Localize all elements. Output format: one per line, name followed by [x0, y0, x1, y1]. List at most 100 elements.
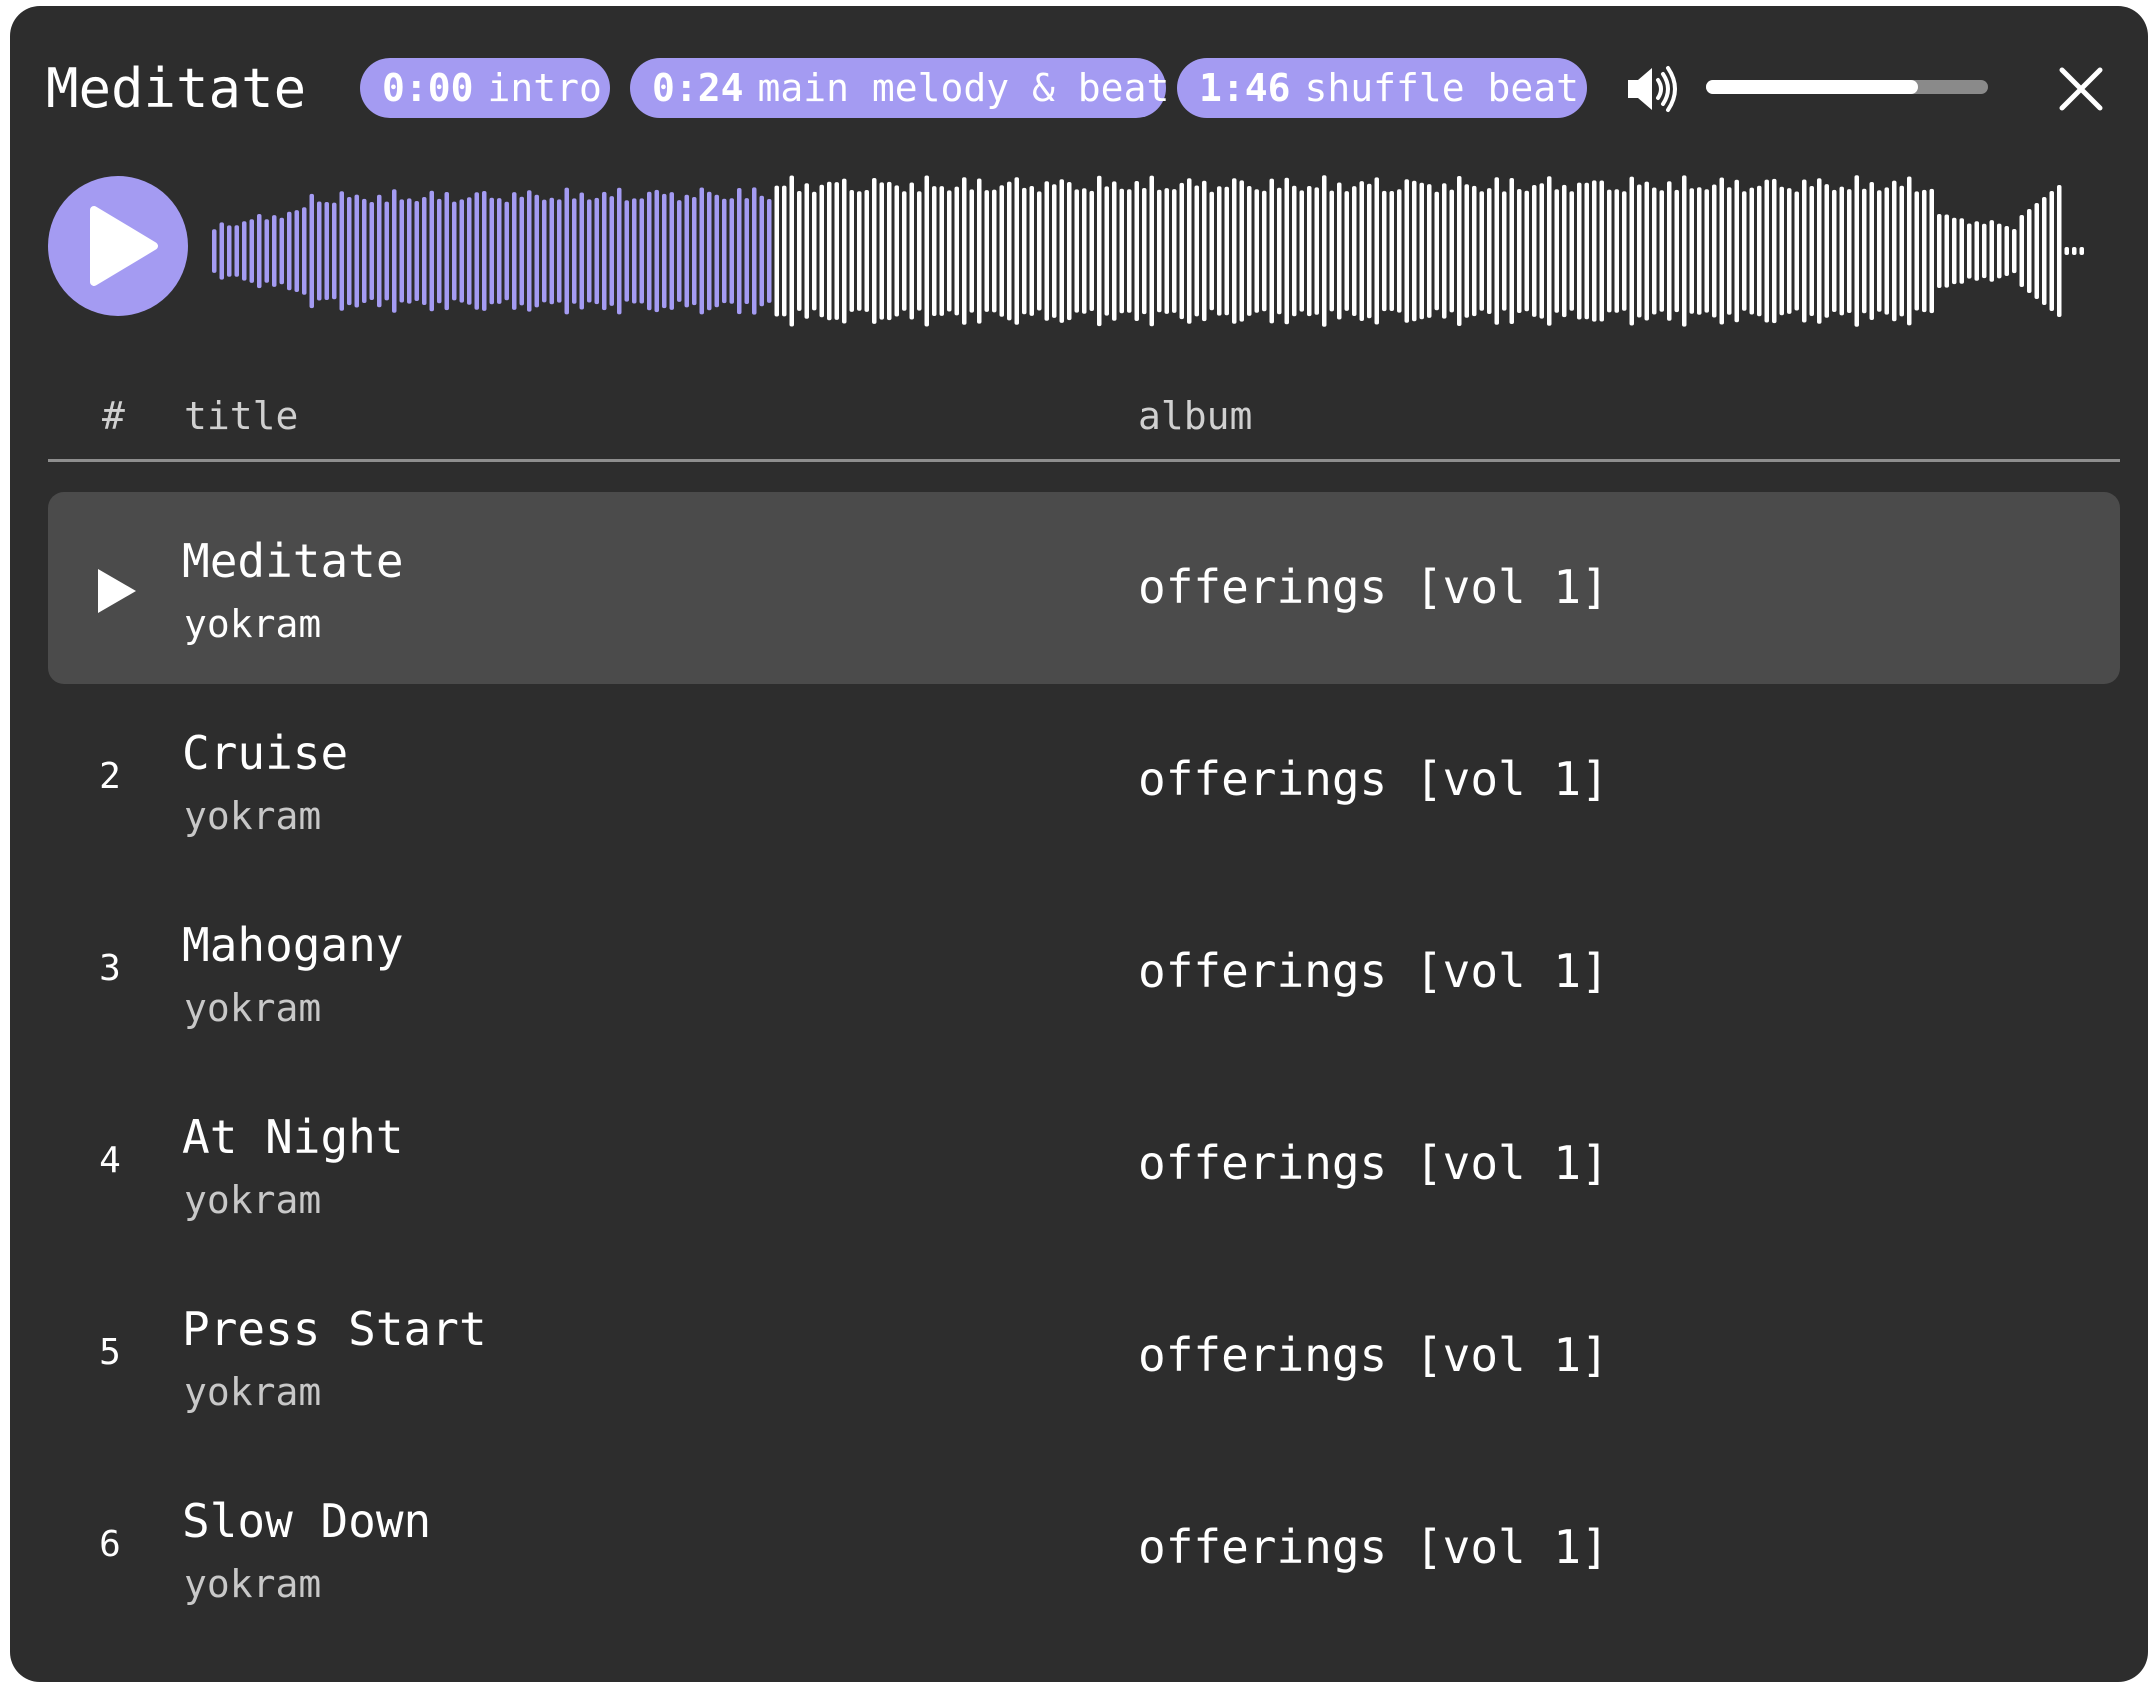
waveform-bar [887, 181, 892, 321]
waveform-bar [219, 222, 224, 280]
track-row[interactable]: 6 Slow Down yokram offerings [vol 1] [48, 1452, 2120, 1644]
waveform-bar [227, 225, 232, 277]
waveform-bar [969, 189, 974, 313]
play-icon [90, 206, 158, 286]
waveform-bar [399, 199, 404, 303]
waveform-bar [1074, 189, 1079, 313]
waveform-bar [857, 191, 862, 311]
waveform-bar [1389, 191, 1394, 311]
waveform-bar [1029, 186, 1034, 316]
waveform-bar [2042, 197, 2047, 305]
waveform-bar [1277, 187, 1282, 315]
track-title: Meditate [46, 57, 307, 120]
waveform-bar [1802, 179, 1807, 323]
waveform-bar [737, 188, 742, 315]
play-button[interactable] [48, 176, 188, 316]
waveform-bar [992, 189, 997, 313]
waveform-bar [1607, 189, 1612, 313]
waveform-bar [1254, 189, 1259, 313]
chapter-label: shuffle beat [1304, 66, 1580, 110]
waveform-seekbar[interactable] [212, 161, 2118, 341]
track-row[interactable]: 3 Mahogany yokram offerings [vol 1] [48, 876, 2120, 1068]
play-icon [98, 569, 136, 613]
chapter-label: intro [487, 66, 602, 110]
waveform-bar [212, 229, 217, 273]
waveform-bar [1922, 189, 1927, 313]
waveform-bar [1569, 191, 1574, 311]
volume-icon[interactable] [1622, 58, 1684, 120]
waveform-bar [377, 194, 382, 308]
waveform-bar [1232, 178, 1237, 324]
waveform-bar [1869, 182, 1874, 320]
waveform-bar [782, 185, 787, 317]
track-row-album: offerings [vol 1] [1138, 560, 1609, 614]
waveform-bar [1119, 188, 1124, 314]
waveform-bar [309, 193, 314, 309]
waveform-bar [917, 191, 922, 311]
waveform-bar [1577, 182, 1582, 320]
waveform-bar [954, 186, 959, 316]
track-row-artist: yokram [184, 602, 322, 646]
track-row-number: 3 [99, 948, 121, 989]
waveform-bar [1007, 181, 1012, 321]
waveform-bar [594, 197, 599, 305]
waveform-bar [1434, 191, 1439, 311]
track-row-title: Mahogany [182, 918, 404, 972]
waveform-bar [1547, 176, 1552, 326]
waveform-bar [1892, 180, 1897, 322]
waveform-bar [429, 190, 434, 312]
waveform-bar [1187, 178, 1192, 324]
waveform-bar [1704, 189, 1709, 313]
volume-slider[interactable] [1706, 80, 1988, 94]
waveform-bar [1344, 191, 1349, 311]
waveform-bar [1734, 179, 1739, 323]
waveform-bar [1284, 177, 1289, 325]
waveform-bar [1524, 190, 1529, 312]
waveform-bar [1427, 184, 1432, 318]
waveform-bar [1854, 175, 1859, 327]
waveform-bar [984, 190, 989, 312]
chapter-intro[interactable]: 0:00 intro [360, 58, 610, 118]
waveform-bar [257, 214, 262, 289]
waveform-bar [1502, 191, 1507, 311]
waveform-bar [1787, 188, 1792, 314]
waveform-bar [1644, 181, 1649, 321]
waveform-bar [1494, 177, 1499, 325]
waveform-bar [392, 189, 397, 313]
chapter-time: 0:00 [382, 66, 474, 110]
track-row[interactable]: 2 Cruise yokram offerings [vol 1] [48, 684, 2120, 876]
waveform-bar [1794, 191, 1799, 311]
waveform-bar [279, 217, 284, 285]
track-row[interactable]: 5 Press Start yokram offerings [vol 1] [48, 1260, 2120, 1452]
chapter-shuffle-beat[interactable]: 1:46 shuffle beat [1177, 58, 1587, 118]
track-row-album: offerings [vol 1] [1138, 1520, 1609, 1574]
waveform-bar [1952, 217, 1957, 285]
waveform-bar [1247, 186, 1252, 316]
waveform-bar [2072, 247, 2077, 255]
track-row-title: At Night [182, 1110, 404, 1164]
waveform-bar [1059, 179, 1064, 323]
volume-slider-fill [1706, 80, 1918, 94]
header-divider [48, 459, 2120, 462]
waveform-bar [459, 199, 464, 303]
waveform-bar [1142, 188, 1147, 315]
track-row-album: offerings [vol 1] [1138, 944, 1609, 998]
close-icon[interactable] [2050, 58, 2112, 120]
waveform-bar [1667, 181, 1672, 321]
waveform-bar [1967, 223, 1972, 279]
track-row[interactable]: Meditate yokram offerings [vol 1] [48, 492, 2120, 684]
waveform-bar [849, 190, 854, 312]
waveform-bar [332, 202, 337, 300]
waveform-bar [819, 184, 824, 318]
waveform-bar [1149, 175, 1154, 327]
chapter-main-melody[interactable]: 0:24 main melody & beat [630, 58, 1169, 118]
track-row-artist: yokram [184, 794, 322, 838]
track-row[interactable]: 4 At Night yokram offerings [vol 1] [48, 1068, 2120, 1260]
waveform-bar [1944, 214, 1949, 288]
waveform-bar [1337, 182, 1342, 320]
waveform-bar [1719, 177, 1724, 325]
waveform-bar [1022, 187, 1027, 315]
waveform-bar [1937, 214, 1942, 288]
waveform-bar [1817, 178, 1822, 324]
waveform-bar [2079, 247, 2084, 255]
